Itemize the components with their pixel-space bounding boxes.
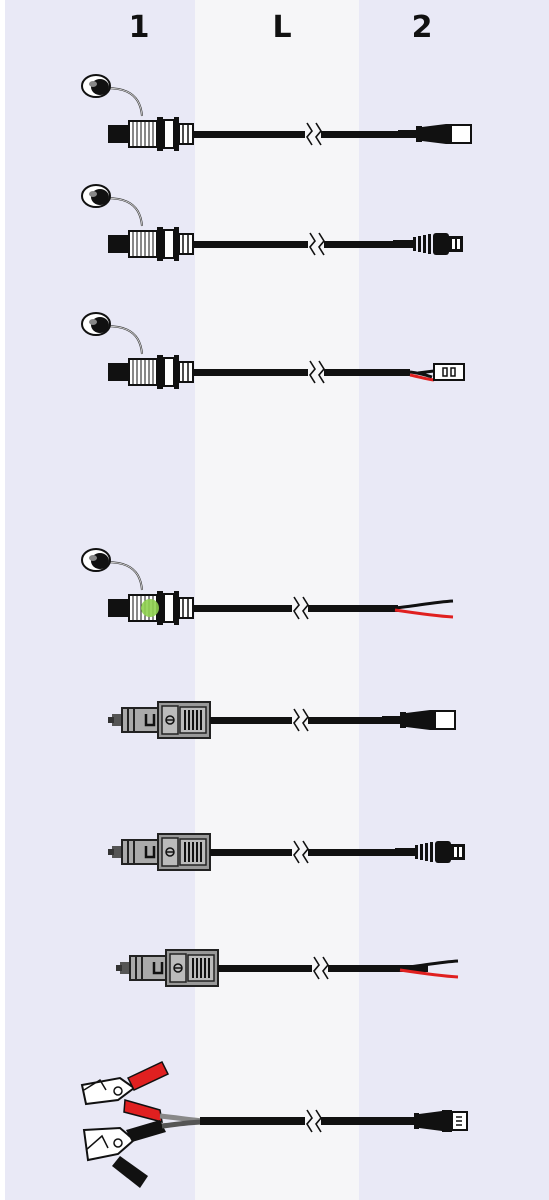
led-indicator — [141, 599, 159, 617]
red-clamp — [80, 1061, 170, 1124]
cable-row-3 — [81, 312, 466, 390]
cable-row-5 — [106, 700, 456, 740]
cable-row-8 — [80, 1061, 468, 1188]
cable-drawings — [80, 74, 472, 1188]
black-clamp — [82, 1120, 166, 1188]
cable-row-7 — [114, 948, 460, 988]
cable-row-6 — [106, 832, 465, 872]
cable-row-2 — [81, 184, 463, 262]
cable-row-1 — [81, 74, 472, 152]
cable-diagram: 1 L 2 — [0, 0, 549, 1200]
cable-row-4 — [81, 548, 455, 626]
